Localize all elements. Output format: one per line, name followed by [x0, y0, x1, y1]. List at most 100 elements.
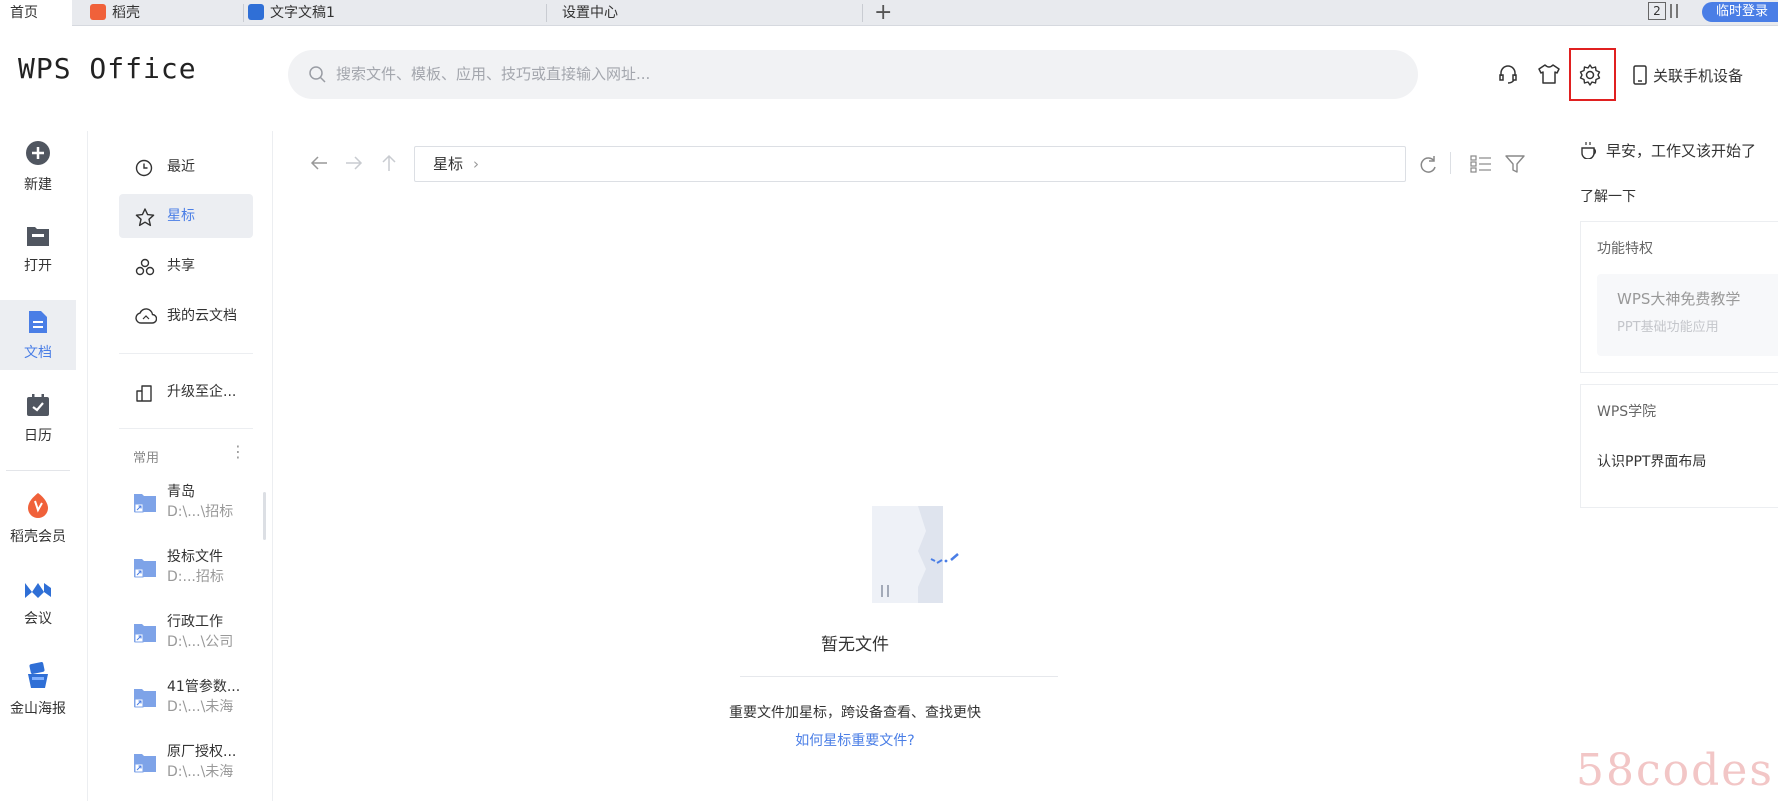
rail-open[interactable]: 打开 — [0, 225, 76, 275]
tab-settings[interactable]: 设置中心 — [562, 0, 862, 26]
tab-divider — [243, 4, 244, 22]
more-dots-icon[interactable]: ⋮ — [230, 444, 246, 460]
rail-label: 新建 — [24, 177, 52, 193]
breadcrumb-item[interactable]: 星标 — [433, 155, 463, 173]
fav-name: 行政工作 — [167, 614, 223, 630]
skin-shirt-icon[interactable] — [1537, 63, 1561, 85]
breadcrumb[interactable]: 星标 › — [414, 146, 1406, 182]
share-nodes-icon — [135, 258, 155, 276]
tab-label: 文字文稿1 — [270, 5, 335, 21]
rail-docs[interactable]: 文档 — [0, 300, 76, 370]
coffee-cup-icon — [1581, 142, 1596, 160]
poster-icon — [28, 662, 48, 688]
tab-label: 稻壳 — [112, 5, 140, 21]
rail-new[interactable]: 新建 — [0, 140, 76, 194]
fav-name: 41管参数... — [167, 679, 241, 695]
nav-shared[interactable]: 共享 — [119, 244, 253, 288]
shortcut-folder-icon — [134, 559, 156, 578]
nav-cloud[interactable]: 我的云文档 — [119, 294, 253, 338]
nav-label: 升级至企... — [167, 384, 237, 400]
empty-title: 暂无文件 — [821, 635, 889, 655]
nav-label: 共享 — [167, 258, 195, 274]
rail-calendar[interactable]: 日历 — [0, 393, 76, 445]
temp-login-button[interactable]: 临时登录 — [1702, 2, 1778, 22]
fav-name: 青岛 — [167, 484, 195, 500]
new-tab-button[interactable]: + — [874, 0, 894, 26]
tab-bar: 首页 稻壳 文字文稿1 设置中心 + 2 临时登录 — [0, 0, 1778, 26]
link-phone-label: 关联手机设备 — [1653, 67, 1744, 85]
rail-label: 稻壳会员 — [10, 529, 66, 545]
fav-name: 原厂授权... — [167, 744, 237, 760]
clock-icon — [135, 159, 153, 177]
academy-item[interactable]: 认识PPT界面布局 — [1597, 451, 1706, 471]
scrollbar-thumb[interactable] — [263, 492, 266, 540]
fav-item[interactable]: 投标文件 D:...招标 — [133, 546, 253, 598]
rail-docer-vip[interactable]: 稻壳会员 — [0, 492, 76, 546]
list-view-icon[interactable] — [1470, 155, 1492, 173]
nav-divider — [119, 353, 253, 354]
tab-document[interactable]: 文字文稿1 — [246, 0, 546, 26]
rail-poster[interactable]: 金山海报 — [0, 662, 76, 718]
fav-item[interactable]: 41管参数... D:\...\未海 — [133, 676, 253, 728]
shortcut-folder-icon — [134, 624, 156, 643]
card-title: 功能特权 — [1597, 241, 1653, 257]
link-phone-button[interactable]: 关联手机设备 — [1633, 64, 1743, 88]
common-header: 常用 — [133, 451, 160, 466]
refresh-icon[interactable] — [1418, 154, 1438, 174]
search-input[interactable] — [336, 62, 1336, 86]
tab-home[interactable]: 首页 — [0, 0, 72, 26]
forward-arrow-icon[interactable] — [345, 155, 363, 171]
tab-divider — [546, 4, 547, 22]
fav-path: D:...招标 — [167, 569, 224, 585]
window-count-icon[interactable]: 2 — [1648, 2, 1666, 20]
toolbar-divider — [1450, 152, 1451, 174]
tab-docer[interactable]: 稻壳 — [80, 0, 240, 26]
nav-recent[interactable]: 最近 — [119, 145, 253, 189]
rail-meeting[interactable]: 会议 — [0, 580, 76, 628]
calendar-check-icon — [27, 394, 49, 416]
fav-path: D:\...\招标 — [167, 504, 234, 520]
feature-card: 功能特权 WPS大神免费教学 PPT基础功能应用 — [1580, 221, 1778, 373]
fav-name: 投标文件 — [167, 549, 223, 565]
card-title: WPS学院 — [1597, 404, 1657, 420]
docer-icon — [90, 4, 106, 20]
rail-border — [87, 131, 88, 801]
tab-label: 首页 — [10, 5, 38, 21]
rail-divider — [6, 470, 70, 471]
fav-path: D:\...\公司 — [167, 634, 234, 650]
academy-card: WPS学院 认识PPT界面布局 — [1580, 384, 1778, 508]
rail-label: 日历 — [24, 428, 52, 444]
wps-logo: WPS Office — [18, 52, 197, 85]
chevron-right-icon: › — [473, 155, 480, 173]
back-arrow-icon[interactable] — [310, 155, 328, 171]
search-bar[interactable] — [288, 50, 1418, 99]
greeting: 早安，工作又该开始了 — [1580, 140, 1756, 161]
nav-starred[interactable]: 星标 — [119, 194, 253, 238]
shortcut-folder-icon — [134, 754, 156, 773]
plus-circle-icon — [26, 141, 50, 165]
nav-upgrade[interactable]: 升级至企... — [119, 370, 253, 414]
cloud-icon — [135, 308, 157, 324]
building-icon — [136, 385, 152, 402]
star-icon — [135, 208, 155, 227]
window-list-icon — [1670, 4, 1678, 18]
nav-label: 星标 — [167, 208, 195, 224]
filter-icon[interactable] — [1505, 155, 1525, 173]
empty-divider — [740, 676, 1058, 677]
up-arrow-icon[interactable] — [381, 154, 397, 172]
nav-divider — [119, 428, 253, 429]
meeting-video-icon — [25, 583, 51, 598]
rail-label: 文档 — [24, 345, 52, 361]
settings-gear-icon[interactable] — [1578, 63, 1602, 87]
fav-item[interactable]: 原厂授权... D:\...\未海 — [133, 741, 253, 793]
headset-icon[interactable] — [1497, 63, 1519, 85]
fav-item[interactable]: 行政工作 D:\...\公司 — [133, 611, 253, 663]
tutorial-item[interactable]: WPS大神免费教学 PPT基础功能应用 — [1597, 274, 1778, 356]
fav-path: D:\...\未海 — [167, 764, 234, 780]
rail-label: 打开 — [24, 258, 52, 274]
fav-item[interactable]: 青岛 D:\...\招标 — [133, 481, 253, 533]
login-label: 临时登录 — [1716, 4, 1769, 19]
document-icon — [29, 311, 47, 333]
how-to-star-link[interactable]: 如何星标重要文件? — [640, 730, 1070, 750]
nav-label: 最近 — [167, 159, 195, 175]
